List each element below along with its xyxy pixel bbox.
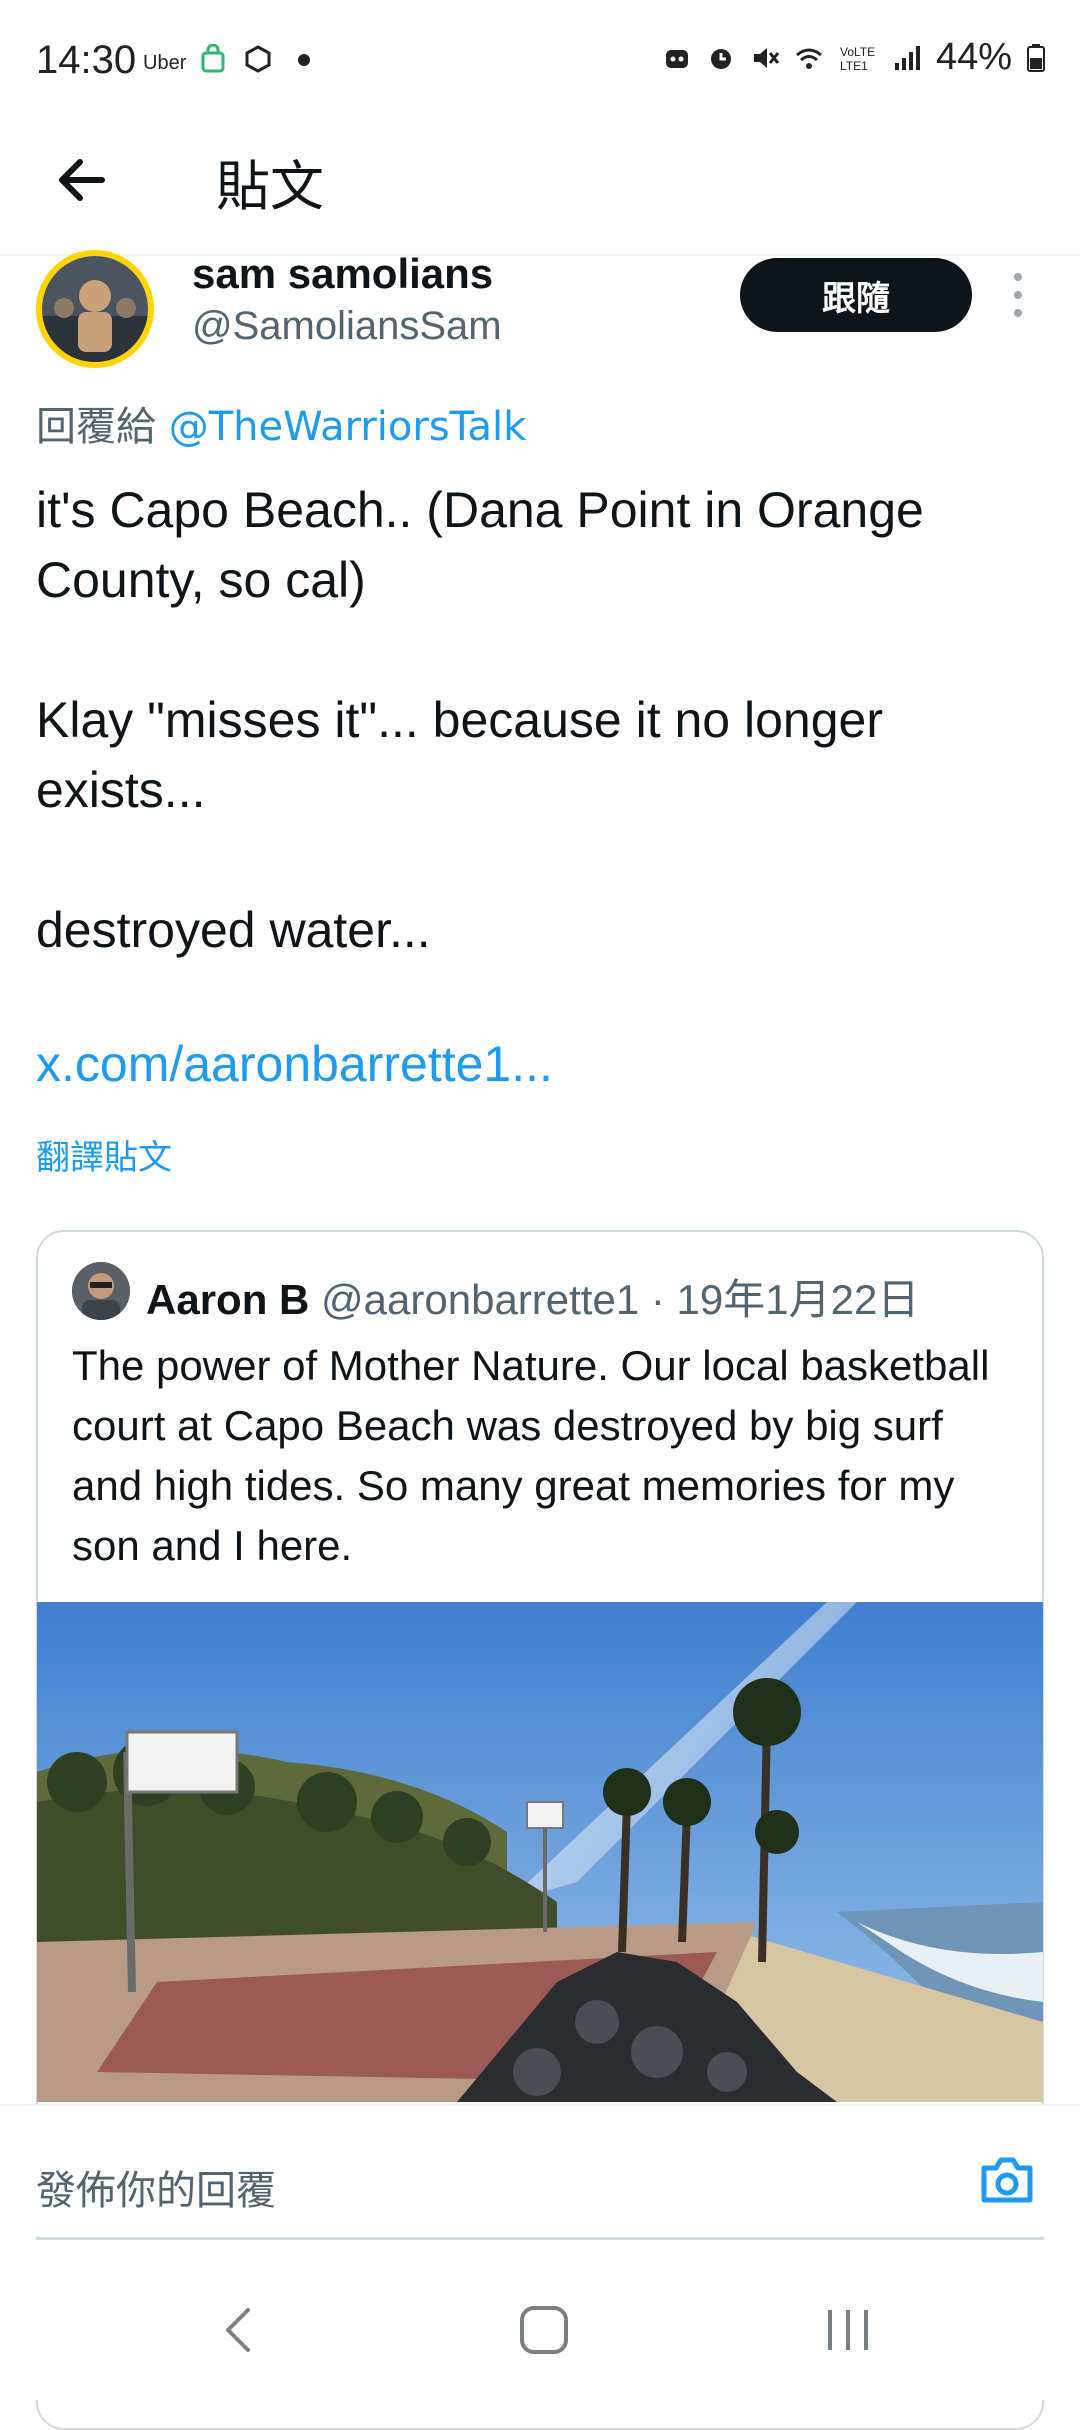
quote-author-name: Aaron B [146, 1276, 310, 1323]
reply-to-line: 回覆給 @TheWarriorsTalk [36, 394, 526, 452]
quote-text: The power of Mother Nature. Our local ba… [72, 1342, 990, 1569]
author-handle[interactable]: @SamoliansSam [192, 304, 502, 349]
nav-back-icon[interactable] [210, 2300, 270, 2360]
top-app-bar [0, 120, 1080, 256]
battery-icon [1027, 43, 1045, 72]
mute-icon [753, 47, 780, 68]
status-uber-label: Uber [143, 52, 187, 74]
quote-media-image[interactable] [37, 1602, 1043, 2102]
signal-icon [894, 45, 920, 70]
reply-input[interactable]: 發佈你的回覆 [36, 2158, 276, 2216]
author-avatar[interactable] [36, 250, 154, 368]
post-text: it's Capo Beach.. (Dana Point in Orange … [36, 482, 924, 958]
quote-date: 19年1月22日 [676, 1276, 920, 1323]
battery-percent: 44% [935, 36, 1012, 78]
reply-prefix: 回覆給 [36, 404, 169, 450]
author-name[interactable]: sam samolians [192, 250, 493, 298]
alarm-icon [710, 48, 731, 69]
translate-post-link[interactable]: 翻譯貼文 [36, 1130, 172, 1179]
camera-icon[interactable] [978, 2154, 1036, 2206]
follow-button[interactable]: 跟隨 [740, 258, 972, 332]
back-arrow-icon[interactable] [52, 150, 112, 210]
status-bar: 14:30 Uber VoLTE LTE1 44% [0, 0, 1080, 120]
openai-icon [245, 45, 271, 73]
reply-mention-link[interactable]: @TheWarriorsTalk [169, 404, 527, 450]
status-time: 14:30 [36, 38, 137, 82]
post-link[interactable]: x.com/aaronbarrette1... [36, 1035, 553, 1093]
wifi-icon [795, 48, 822, 69]
more-vertical-icon[interactable] [1004, 268, 1032, 322]
quote-header: Aaron B @aaronbarrette1 · 19年1月22日 [146, 1266, 919, 1327]
quote-separator: · [639, 1276, 677, 1323]
svg-text:LTE1: LTE1 [840, 59, 868, 73]
nav-home-icon[interactable] [514, 2300, 574, 2360]
nav-recents-icon[interactable] [818, 2300, 878, 2360]
status-right-cluster: VoLTE LTE1 44% [662, 36, 1046, 79]
robot-icon [665, 49, 688, 68]
volte-icon: VoLTELTE1 [840, 45, 875, 73]
svg-text:VoLTE: VoLTE [840, 45, 875, 59]
page-title: 貼文 [216, 155, 324, 218]
quote-author-avatar [72, 1262, 130, 1320]
shopping-bag-icon [201, 44, 225, 73]
notification-dot-icon [298, 54, 310, 66]
quote-author-handle: @aaronbarrette1 [321, 1276, 640, 1323]
